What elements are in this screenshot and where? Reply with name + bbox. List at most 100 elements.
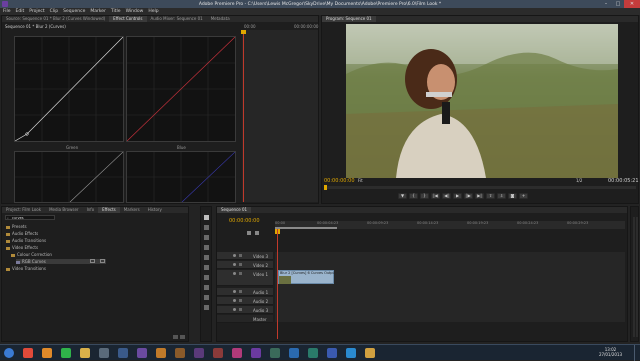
encore-icon[interactable] xyxy=(194,348,204,358)
work-area-bar[interactable] xyxy=(275,227,337,229)
program-video-frame[interactable] xyxy=(346,24,618,178)
rolling-edit-tool-icon[interactable] xyxy=(204,245,209,250)
snap-icon[interactable] xyxy=(247,231,251,235)
speaker-icon[interactable] xyxy=(233,299,236,302)
maximize-button[interactable]: □ xyxy=(612,0,624,8)
program-fit-dropdown[interactable]: Fit xyxy=(358,178,363,183)
lock-icon[interactable] xyxy=(239,299,242,302)
new-bin-icon[interactable] xyxy=(173,335,178,339)
taskbar-clock[interactable]: 13:02 27/01/2013 xyxy=(599,347,622,357)
green-curve-graph[interactable] xyxy=(14,151,124,203)
tree-item-colour-correction[interactable]: Colour Correction xyxy=(11,252,52,257)
minimize-button[interactable]: – xyxy=(600,0,612,8)
menu-file[interactable]: File xyxy=(3,8,11,15)
tab-metadata[interactable]: Metadata xyxy=(207,16,234,22)
lock-icon[interactable] xyxy=(239,308,242,311)
calculator-icon[interactable] xyxy=(99,348,109,358)
effects-search-field[interactable]: ⌕ curves xyxy=(5,215,55,220)
chrome-icon[interactable] xyxy=(23,348,33,358)
photoshop-icon[interactable] xyxy=(289,348,299,358)
delete-icon[interactable] xyxy=(180,335,185,339)
folder-icon[interactable] xyxy=(365,348,375,358)
media-icon[interactable] xyxy=(118,348,128,358)
step-forward-button[interactable]: ▶ xyxy=(453,193,462,199)
after-effects-icon[interactable] xyxy=(137,348,147,358)
tab-media-browser[interactable]: Media Browser xyxy=(45,207,83,213)
track-header-video-1[interactable]: Video 1 xyxy=(217,270,273,286)
tab-markers[interactable]: Markers xyxy=(120,207,144,213)
eye-icon[interactable] xyxy=(233,254,236,257)
illustrator-icon[interactable] xyxy=(156,348,166,358)
lock-icon[interactable] xyxy=(239,254,242,257)
speedgrade-icon[interactable] xyxy=(270,348,280,358)
audition-icon[interactable] xyxy=(308,348,318,358)
export-frame-button[interactable]: ⇩ xyxy=(497,193,506,199)
camera-icon[interactable]: ◙ xyxy=(508,193,517,199)
tree-item-audio-transitions[interactable]: Audio Transitions xyxy=(6,238,46,243)
bridge-icon[interactable] xyxy=(175,348,185,358)
mark-out-button[interactable]: { xyxy=(409,193,418,199)
tab-info[interactable]: Info xyxy=(83,207,99,213)
red-curve-graph[interactable] xyxy=(126,36,236,142)
tab-project[interactable]: Project: Film Look xyxy=(2,207,45,213)
menu-clip[interactable]: Clip xyxy=(50,8,59,15)
add-marker-icon[interactable] xyxy=(255,231,259,235)
menu-window[interactable]: Window xyxy=(126,8,144,15)
tab-audio-mixer[interactable]: Audio Mixer: Sequence 01 xyxy=(147,16,207,22)
hand-tool-icon[interactable] xyxy=(204,295,209,300)
ripple-edit-tool-icon[interactable] xyxy=(204,235,209,240)
tree-item-presets[interactable]: Presets xyxy=(6,224,27,229)
menu-project[interactable]: Project xyxy=(29,8,44,15)
track-area[interactable] xyxy=(275,252,625,322)
menu-sequence[interactable]: Sequence xyxy=(63,8,85,15)
selection-tool-icon[interactable] xyxy=(204,215,209,220)
playhead-marker[interactable] xyxy=(241,30,246,34)
tab-effect-controls[interactable]: Effect Controls xyxy=(109,16,147,22)
track-select-tool-icon[interactable] xyxy=(204,225,209,230)
tab-effects[interactable]: Effects xyxy=(98,207,120,213)
close-button[interactable]: ✕ xyxy=(624,0,640,8)
show-desktop-button[interactable] xyxy=(634,345,640,361)
track-header-video-2[interactable]: Video 2 xyxy=(217,261,273,269)
razor-tool-icon[interactable] xyxy=(204,265,209,270)
blue-curve-graph[interactable] xyxy=(126,151,236,203)
lock-icon[interactable] xyxy=(239,263,242,266)
tree-item-video-effects[interactable]: Video Effects xyxy=(6,245,38,250)
skype-icon[interactable] xyxy=(346,348,356,358)
rate-stretch-tool-icon[interactable] xyxy=(204,255,209,260)
track-header-video-3[interactable]: Video 3 xyxy=(217,252,273,260)
play-button[interactable]: ◀| xyxy=(442,193,451,199)
master-curve-graph[interactable] xyxy=(14,36,124,142)
tab-sequence-01[interactable]: Sequence 01 xyxy=(217,207,252,213)
track-header-master[interactable]: Master xyxy=(217,315,273,323)
menu-title[interactable]: Title xyxy=(111,8,121,15)
menu-edit[interactable]: Edit xyxy=(16,8,25,15)
menu-marker[interactable]: Marker xyxy=(90,8,106,15)
track-header-audio-3[interactable]: Audio 3 xyxy=(217,306,273,314)
timeline-timecode[interactable]: 00:00:00:00 xyxy=(229,218,260,224)
lock-icon[interactable] xyxy=(239,290,242,293)
firefox-icon[interactable] xyxy=(42,348,52,358)
program-scrubber[interactable] xyxy=(324,185,636,190)
add-button[interactable]: + xyxy=(519,193,528,199)
go-to-in-button[interactable]: } xyxy=(420,193,429,199)
step-back-button[interactable]: |◀ xyxy=(431,193,440,199)
ms-word-icon[interactable] xyxy=(327,348,337,358)
spotify-icon[interactable] xyxy=(61,348,71,358)
lock-icon[interactable] xyxy=(239,272,242,275)
go-to-out-button[interactable]: |▶ xyxy=(464,193,473,199)
premiere-icon[interactable] xyxy=(251,348,261,358)
tab-history[interactable]: History xyxy=(144,207,166,213)
timeline-clip[interactable]: Blur 2 [Curves] 6 Curves Output · xyxy=(278,270,334,284)
speaker-icon[interactable] xyxy=(233,290,236,293)
scrubber-playhead[interactable] xyxy=(324,185,327,190)
fireworks-icon[interactable] xyxy=(213,348,223,358)
pen-tool-icon[interactable] xyxy=(204,285,209,290)
extract-button[interactable]: ⇧ xyxy=(486,193,495,199)
mark-in-button[interactable]: ▼ xyxy=(398,193,407,199)
start-orb-icon[interactable] xyxy=(4,348,14,358)
track-header-audio-2[interactable]: Audio 2 xyxy=(217,297,273,305)
timeline-ruler[interactable]: 00:00 00:00:04:23 00:00:09:23 00:00:14:2… xyxy=(275,221,625,229)
tab-source[interactable]: Source: Sequence 01 * Blur 2 (Curves Win… xyxy=(2,16,109,22)
tab-program[interactable]: Program: Sequence 01 xyxy=(322,16,376,22)
